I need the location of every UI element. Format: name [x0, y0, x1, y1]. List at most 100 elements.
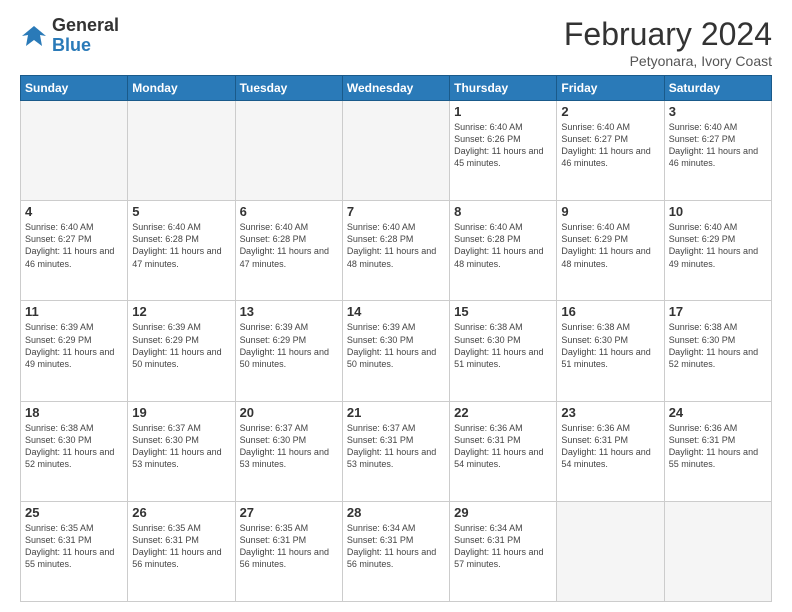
- header-friday: Friday: [557, 76, 664, 101]
- table-row: [664, 501, 771, 601]
- table-row: 19Sunrise: 6:37 AM Sunset: 6:30 PM Dayli…: [128, 401, 235, 501]
- day-number: 6: [240, 204, 338, 219]
- day-number: 19: [132, 405, 230, 420]
- calendar-subtitle: Petyonara, Ivory Coast: [564, 53, 772, 69]
- day-number: 14: [347, 304, 445, 319]
- day-info: Sunrise: 6:37 AM Sunset: 6:30 PM Dayligh…: [240, 422, 338, 471]
- table-row: 2Sunrise: 6:40 AM Sunset: 6:27 PM Daylig…: [557, 101, 664, 201]
- table-row: 23 Sunrise: 6:36 AM Sunset: 6:31 PM Dayli…: [557, 401, 664, 501]
- header-monday: Monday: [128, 76, 235, 101]
- table-row: 15 Sunrise: 6:38 AM Sunset: 6:30 PM Dayli…: [450, 301, 557, 401]
- table-row: 22 Sunrise: 6:36 AM Sunset: 6:31 PM Dayli…: [450, 401, 557, 501]
- table-row: 1 Sunrise: 6:40 AM Sunset: 6:26 PM Daylig…: [450, 101, 557, 201]
- calendar-row: 1 Sunrise: 6:40 AM Sunset: 6:26 PM Daylig…: [21, 101, 772, 201]
- day-number: 3: [669, 104, 767, 119]
- calendar-row: 11 Sunrise: 6:39 AM Sunset: 6:29 PM Dayli…: [21, 301, 772, 401]
- table-row: 14 Sunrise: 6:39 AM Sunset: 6:30 PM Dayli…: [342, 301, 449, 401]
- logo: General Blue: [20, 16, 119, 56]
- day-number: 11: [25, 304, 123, 319]
- day-info: Sunrise: 6:40 AM Sunset: 6:28 PM Dayligh…: [240, 221, 338, 270]
- day-info: Sunrise: 6:39 AM Sunset: 6:29 PM Dayligh…: [132, 321, 230, 370]
- day-number: 8: [454, 204, 552, 219]
- header-sunday: Sunday: [21, 76, 128, 101]
- weekday-header-row: Sunday Monday Tuesday Wednesday Thursday…: [21, 76, 772, 101]
- table-row: [21, 101, 128, 201]
- day-info: Sunrise: 6:38 AM Sunset: 6:30 PM Dayligh…: [669, 321, 767, 370]
- title-block: February 2024 Petyonara, Ivory Coast: [564, 16, 772, 69]
- day-info: Sunrise: 6:35 AM Sunset: 6:31 PM Dayligh…: [132, 522, 230, 571]
- day-number: 27: [240, 505, 338, 520]
- day-number: 5: [132, 204, 230, 219]
- table-row: 4Sunrise: 6:40 AM Sunset: 6:27 PM Daylig…: [21, 201, 128, 301]
- calendar-table: Sunday Monday Tuesday Wednesday Thursday…: [20, 75, 772, 602]
- table-row: 21 Sunrise: 6:37 AM Sunset: 6:31 PM Dayli…: [342, 401, 449, 501]
- table-row: 10 Sunrise: 6:40 AM Sunset: 6:29 PM Dayli…: [664, 201, 771, 301]
- table-row: 25 Sunrise: 6:35 AM Sunset: 6:31 PM Dayli…: [21, 501, 128, 601]
- day-info: Sunrise: 6:38 AM Sunset: 6:30 PM Dayligh…: [25, 422, 123, 471]
- day-number: 2: [561, 104, 659, 119]
- table-row: 8 Sunrise: 6:40 AM Sunset: 6:28 PM Daylig…: [450, 201, 557, 301]
- day-info: Sunrise: 6:38 AM Sunset: 6:30 PM Dayligh…: [561, 321, 659, 370]
- logo-blue: Blue: [52, 36, 119, 56]
- day-info: Sunrise: 6:36 AM Sunset: 6:31 PM Dayligh…: [561, 422, 659, 471]
- day-info: Sunrise: 6:36 AM Sunset: 6:31 PM Dayligh…: [669, 422, 767, 471]
- day-info: Sunrise: 6:39 AM Sunset: 6:29 PM Dayligh…: [240, 321, 338, 370]
- table-row: 9 Sunrise: 6:40 AM Sunset: 6:29 PM Daylig…: [557, 201, 664, 301]
- day-number: 12: [132, 304, 230, 319]
- day-info: Sunrise: 6:40 AM Sunset: 6:26 PM Dayligh…: [454, 121, 552, 170]
- day-info: Sunrise: 6:40 AM Sunset: 6:28 PM Dayligh…: [454, 221, 552, 270]
- day-number: 24: [669, 405, 767, 420]
- calendar-row: 4Sunrise: 6:40 AM Sunset: 6:27 PM Daylig…: [21, 201, 772, 301]
- day-number: 25: [25, 505, 123, 520]
- header-wednesday: Wednesday: [342, 76, 449, 101]
- day-info: Sunrise: 6:38 AM Sunset: 6:30 PM Dayligh…: [454, 321, 552, 370]
- day-info: Sunrise: 6:39 AM Sunset: 6:30 PM Dayligh…: [347, 321, 445, 370]
- page: General Blue February 2024 Petyonara, Iv…: [0, 0, 792, 612]
- calendar-title: February 2024: [564, 16, 772, 53]
- table-row: [342, 101, 449, 201]
- header-saturday: Saturday: [664, 76, 771, 101]
- day-number: 9: [561, 204, 659, 219]
- day-number: 29: [454, 505, 552, 520]
- day-number: 1: [454, 104, 552, 119]
- day-info: Sunrise: 6:36 AM Sunset: 6:31 PM Dayligh…: [454, 422, 552, 471]
- day-number: 18: [25, 405, 123, 420]
- table-row: [128, 101, 235, 201]
- day-number: 22: [454, 405, 552, 420]
- table-row: 24 Sunrise: 6:36 AM Sunset: 6:31 PM Dayli…: [664, 401, 771, 501]
- table-row: 16Sunrise: 6:38 AM Sunset: 6:30 PM Dayli…: [557, 301, 664, 401]
- header-thursday: Thursday: [450, 76, 557, 101]
- day-number: 26: [132, 505, 230, 520]
- day-number: 10: [669, 204, 767, 219]
- day-number: 17: [669, 304, 767, 319]
- table-row: 17 Sunrise: 6:38 AM Sunset: 6:30 PM Dayli…: [664, 301, 771, 401]
- day-info: Sunrise: 6:40 AM Sunset: 6:29 PM Dayligh…: [669, 221, 767, 270]
- table-row: 29Sunrise: 6:34 AM Sunset: 6:31 PM Dayli…: [450, 501, 557, 601]
- day-number: 15: [454, 304, 552, 319]
- header-tuesday: Tuesday: [235, 76, 342, 101]
- header: General Blue February 2024 Petyonara, Iv…: [20, 16, 772, 69]
- day-number: 7: [347, 204, 445, 219]
- day-number: 13: [240, 304, 338, 319]
- day-info: Sunrise: 6:37 AM Sunset: 6:31 PM Dayligh…: [347, 422, 445, 471]
- day-info: Sunrise: 6:35 AM Sunset: 6:31 PM Dayligh…: [25, 522, 123, 571]
- table-row: 26 Sunrise: 6:35 AM Sunset: 6:31 PM Dayli…: [128, 501, 235, 601]
- table-row: 12 Sunrise: 6:39 AM Sunset: 6:29 PM Dayli…: [128, 301, 235, 401]
- table-row: 6 Sunrise: 6:40 AM Sunset: 6:28 PM Daylig…: [235, 201, 342, 301]
- day-number: 23: [561, 405, 659, 420]
- day-info: Sunrise: 6:40 AM Sunset: 6:28 PM Dayligh…: [347, 221, 445, 270]
- logo-general: General: [52, 16, 119, 36]
- day-number: 28: [347, 505, 445, 520]
- table-row: [235, 101, 342, 201]
- table-row: 28Sunrise: 6:34 AM Sunset: 6:31 PM Dayli…: [342, 501, 449, 601]
- day-info: Sunrise: 6:35 AM Sunset: 6:31 PM Dayligh…: [240, 522, 338, 571]
- table-row: 11Sunrise: 6:39 AM Sunset: 6:29 PM Dayli…: [21, 301, 128, 401]
- table-row: 13 Sunrise: 6:39 AM Sunset: 6:29 PM Dayli…: [235, 301, 342, 401]
- logo-icon: [20, 22, 48, 50]
- logo-text: General Blue: [52, 16, 119, 56]
- day-info: Sunrise: 6:40 AM Sunset: 6:29 PM Dayligh…: [561, 221, 659, 270]
- calendar-body: 1 Sunrise: 6:40 AM Sunset: 6:26 PM Daylig…: [21, 101, 772, 602]
- day-number: 21: [347, 405, 445, 420]
- table-row: 18 Sunrise: 6:38 AM Sunset: 6:30 PM Dayli…: [21, 401, 128, 501]
- table-row: 5Sunrise: 6:40 AM Sunset: 6:28 PM Daylig…: [128, 201, 235, 301]
